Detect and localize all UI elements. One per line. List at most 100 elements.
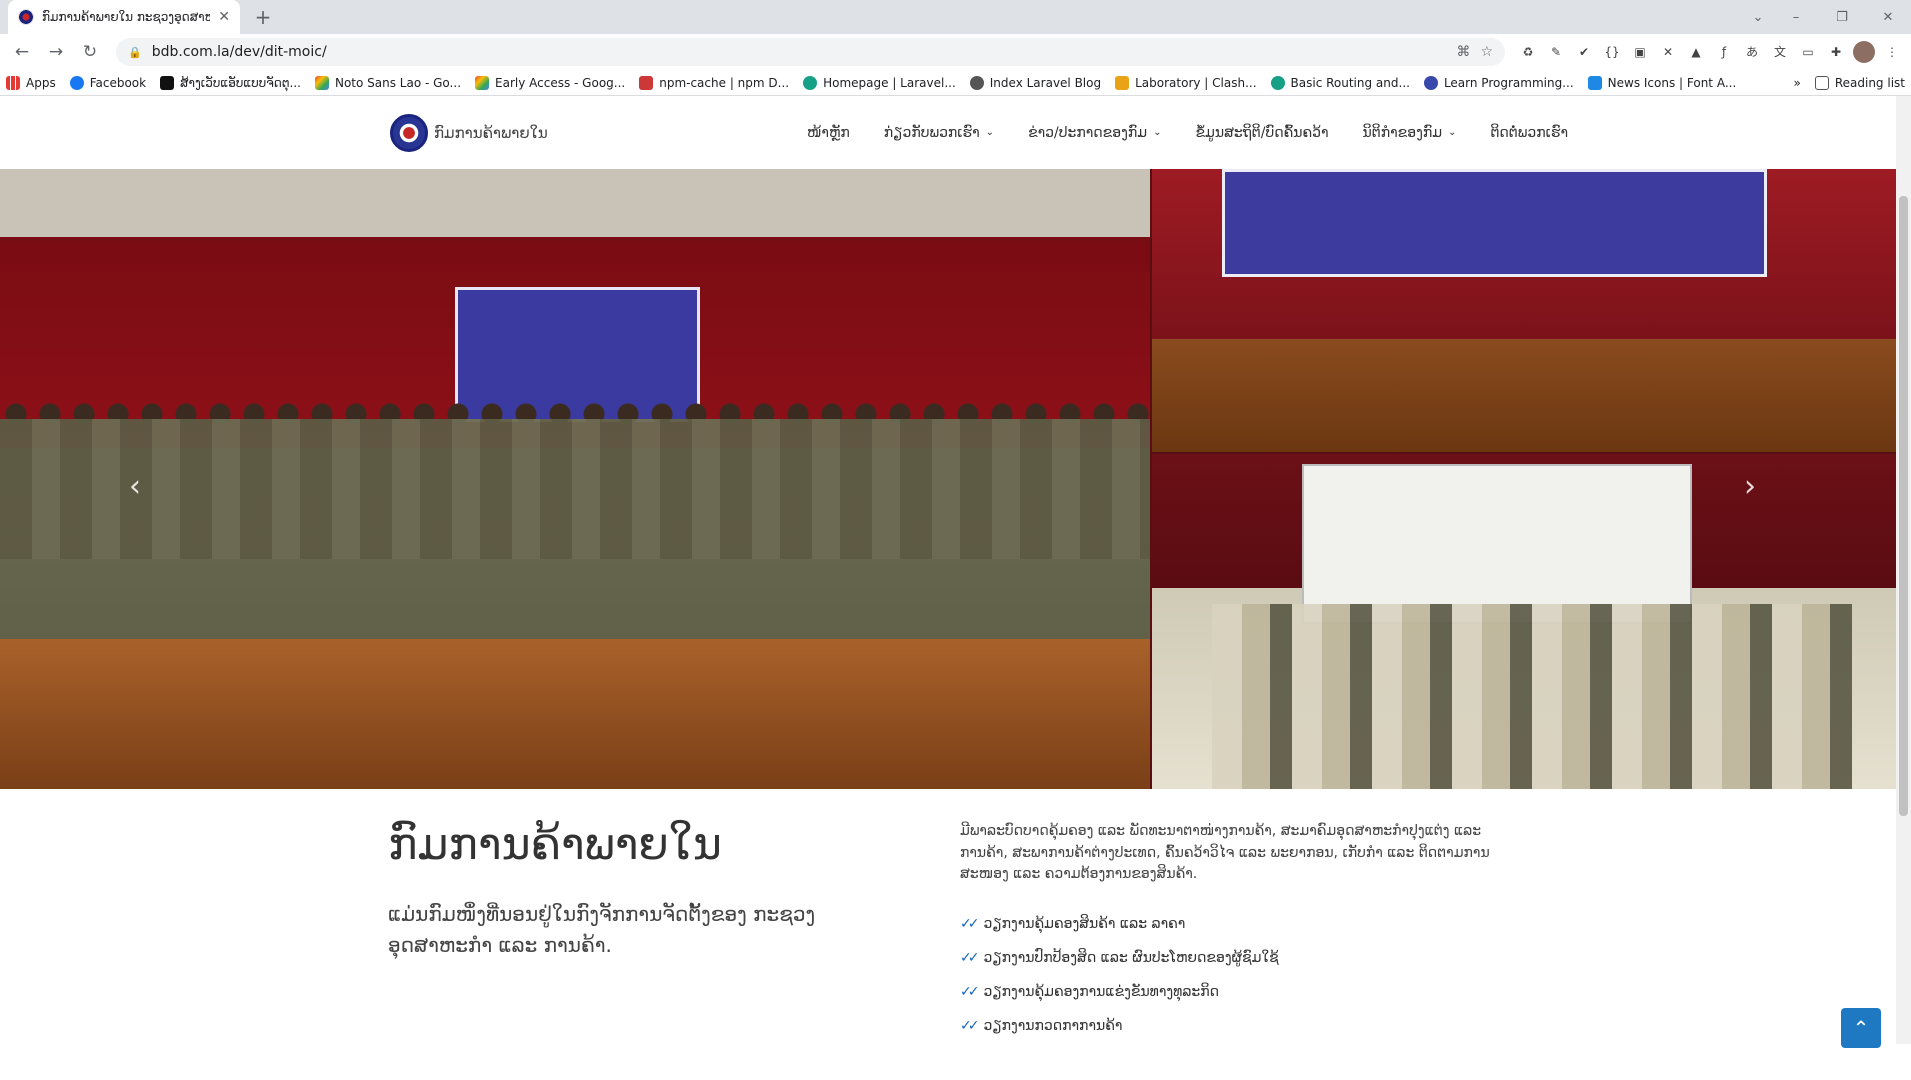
site-favicon-icon: [18, 9, 34, 25]
panel-banner-image: [1222, 169, 1767, 277]
forward-arrow-icon[interactable]: →: [42, 38, 70, 66]
extension-code-icon[interactable]: {}: [1601, 41, 1623, 63]
hero-photo-group: [0, 169, 1150, 789]
hero-photo-panel: [1152, 169, 1896, 452]
page-scrollbar[interactable]: [1896, 96, 1911, 1044]
nav-contact[interactable]: ຕິດຕໍ່ພວກເຮົາ: [1473, 125, 1585, 141]
reading-list[interactable]: Reading list: [1814, 75, 1905, 90]
list-item: ✓✓ ວຽກງານປົກປ້ອງສິດ ແລະ ຜົນປະໂຫຍດຂອງຜູ້ຊົ…: [960, 950, 1279, 966]
programming-icon: [1423, 75, 1438, 90]
intro-description: ມີພາລະບົດບາດຄຸ້ມຄອງ ແລະ ພັດທະນາຕາໜ່າງການ…: [960, 823, 1490, 883]
url-text[interactable]: bdb.com.la/dev/dit-moic/: [152, 44, 1447, 60]
projector-screen-image: [1302, 464, 1692, 624]
laravel-icon: [1270, 75, 1285, 90]
bookmark-item[interactable]: Index Laravel Blog: [969, 75, 1101, 90]
carousel-next-icon[interactable]: ›: [1730, 469, 1770, 504]
site-logo[interactable]: ກົມການຄ້າພາຍໃນ: [390, 113, 790, 152]
extension-translate-icon[interactable]: あ: [1741, 41, 1763, 63]
bookmark-item[interactable]: npm-cache | npm D...: [639, 75, 789, 90]
double-check-icon: ✓✓: [960, 1018, 980, 1034]
new-tab-button[interactable]: +: [250, 4, 276, 30]
list-item: ✓✓ ວຽກງານກວດກາການຄ້າ: [960, 1018, 1123, 1034]
nav-about[interactable]: ກ່ຽວກັບພວກເຮົາ ⌄: [867, 125, 1011, 141]
restore-button[interactable]: ❐: [1819, 10, 1865, 25]
extension-dictionary-icon[interactable]: 文: [1769, 41, 1791, 63]
address-bar[interactable]: 🔒 bdb.com.la/dev/dit-moic/ ⌘ ☆: [116, 38, 1505, 66]
extension-eyedropper-icon[interactable]: ✎: [1545, 41, 1567, 63]
reload-icon[interactable]: ↻: [76, 38, 104, 66]
bookmark-item[interactable]: Basic Routing and...: [1270, 75, 1410, 90]
tab-close-icon[interactable]: ✕: [218, 9, 230, 25]
google-fonts-icon: [314, 75, 329, 90]
bookmark-item[interactable]: ສ້າງເວັບແອັບແບບຈັດຕຸ...: [160, 75, 301, 90]
double-check-icon: ✓✓: [960, 950, 980, 966]
bookmark-item[interactable]: Early Access - Goog...: [475, 75, 625, 90]
web-page: ກົມການຄ້າພາຍໃນ ໜ້າຫຼັກ ກ່ຽວກັບພວກເຮົາ ⌄ ຂ…: [0, 96, 1911, 1048]
translate-icon[interactable]: ⌘: [1456, 44, 1470, 60]
profile-avatar[interactable]: [1853, 41, 1875, 63]
hero-photo-certificates: [1152, 454, 1896, 789]
browser-menu-icon[interactable]: ⋮: [1881, 41, 1903, 63]
browser-toolbar: ← → ↻ 🔒 bdb.com.la/dev/dit-moic/ ⌘ ☆ ♻ ✎…: [0, 34, 1911, 70]
extension-ux-icon[interactable]: ✕: [1657, 41, 1679, 63]
bookmark-item[interactable]: Laboratory | Clash...: [1115, 75, 1257, 90]
close-window-button[interactable]: ✕: [1865, 10, 1911, 25]
browser-tab-strip: ກົມການຄ້າພາຍໃນ ກະຊວງອຸດສາຫະກຳ ✕ + ⌄ – ❐ …: [0, 0, 1911, 34]
extension-font-icon[interactable]: ƒ: [1713, 41, 1735, 63]
bookmark-item[interactable]: News Icons | Font A...: [1587, 75, 1736, 90]
intro-section: ກົມການຄ້າພາຍໃນ ແມ່ນກົມໜຶ່ງທີ່ນອນຢູ່ໃນກົງ…: [0, 789, 1896, 1044]
logo-text: ກົມການຄ້າພາຍໃນ: [434, 123, 548, 142]
npm-icon: [639, 75, 654, 90]
lock-icon[interactable]: 🔒: [128, 46, 142, 59]
laravel-icon: [803, 75, 818, 90]
apps-grid-icon: [6, 75, 20, 90]
chevron-down-icon: ⌄: [985, 127, 995, 138]
certificate-group-image: [1212, 604, 1852, 789]
extensions-area: ♻ ✎ ✔ {} ▣ ✕ ▲ ƒ あ 文 ▭ ✚ ⋮: [1517, 41, 1903, 63]
bookmark-item[interactable]: Homepage | Laravel...: [803, 75, 956, 90]
meeting-table-image: [0, 639, 1150, 789]
bookmark-item[interactable]: Noto Sans Lao - Go...: [314, 75, 461, 90]
list-item: ✓✓ ວຽກງານຄຸ້ມຄອງສິນຄ້າ ແລະ ລາຄາ: [960, 916, 1186, 932]
clash-icon: [1115, 75, 1130, 90]
chevron-down-icon: ⌄: [1448, 127, 1457, 138]
extension-check-icon[interactable]: ✔: [1573, 41, 1595, 63]
nav-news[interactable]: ຂ່າວ/ປະກາດຂອງກົມ ⌄: [1011, 125, 1178, 141]
intro-title: ກົມການຄ້າພາຍໃນ: [388, 819, 722, 870]
hero-carousel[interactable]: ‹ ›: [0, 169, 1896, 789]
nav-home[interactable]: ໜ້າຫຼັກ: [790, 125, 867, 141]
double-check-icon: ✓✓: [960, 916, 980, 932]
bookmark-apps[interactable]: Apps: [6, 75, 56, 90]
minimize-button[interactable]: –: [1773, 10, 1819, 25]
duties-list: ✓✓ ວຽກງານຄຸ້ມຄອງສິນຄ້າ ແລະ ລາຄາ ✓✓ ວຽກງານປ…: [960, 907, 1279, 1043]
window-controls: ⌄ – ❐ ✕: [1743, 0, 1911, 34]
extension-box-icon[interactable]: ▣: [1629, 41, 1651, 63]
extensions-puzzle-icon[interactable]: ✚: [1825, 41, 1847, 63]
main-nav: ໜ້າຫຼັກ ກ່ຽວກັບພວກເຮົາ ⌄ ຂ່າວ/ປະກາດຂອງກົມ…: [790, 125, 1585, 141]
tab-search-icon[interactable]: ⌄: [1743, 10, 1773, 25]
list-item: ✓✓ ວຽກງານຄຸ້ມຄອງການແຂ່ງຂັນທາງທຸລະກິດ: [960, 984, 1220, 1000]
tab-title: ກົມການຄ້າພາຍໃນ ກະຊວງອຸດສາຫະກຳ: [42, 10, 211, 24]
bookmarks-bar: Apps Facebook ສ້າງເວັບແອັບແບບຈັດຕຸ... No…: [0, 70, 1911, 96]
scrollbar-thumb[interactable]: [1899, 196, 1908, 816]
extension-media-icon[interactable]: ▭: [1797, 41, 1819, 63]
extension-grad-icon[interactable]: ▲: [1685, 41, 1707, 63]
bookmark-item[interactable]: Facebook: [69, 75, 146, 90]
back-arrow-icon[interactable]: ←: [8, 38, 36, 66]
google-fonts-icon: [475, 75, 490, 90]
double-check-icon: ✓✓: [960, 984, 980, 1000]
site-header: ກົມການຄ້າພາຍໃນ ໜ້າຫຼັກ ກ່ຽວກັບພວກເຮົາ ⌄ ຂ…: [0, 96, 1911, 169]
bookmark-item[interactable]: Learn Programming...: [1423, 75, 1574, 90]
back-to-top-button[interactable]: ⌃: [1841, 1008, 1881, 1048]
reading-list-icon: [1814, 75, 1829, 90]
nav-legislation[interactable]: ນິຕິກຳຂອງກົມ ⌄: [1346, 125, 1474, 141]
carousel-prev-icon[interactable]: ‹: [115, 469, 155, 504]
ministry-emblem-icon: [390, 113, 428, 152]
chevron-down-icon: ⌄: [1153, 127, 1162, 138]
browser-tab-active[interactable]: ກົມການຄ້າພາຍໃນ ກະຊວງອຸດສາຫະກຳ ✕: [8, 0, 240, 34]
nav-statistics[interactable]: ຂໍ້ມູນສະຖິຕິ/ບົດຄົ້ນຄວ້າ: [1178, 125, 1345, 141]
extension-recycle-icon[interactable]: ♻: [1517, 41, 1539, 63]
intro-subtitle: ແມ່ນກົມໜຶ່ງທີ່ນອນຢູ່ໃນກົງຈັກການຈັດຕັ້ງຂອ…: [388, 902, 816, 957]
bookmark-star-icon[interactable]: ☆: [1480, 44, 1493, 60]
bookmarks-more[interactable]: »: [1794, 76, 1801, 90]
